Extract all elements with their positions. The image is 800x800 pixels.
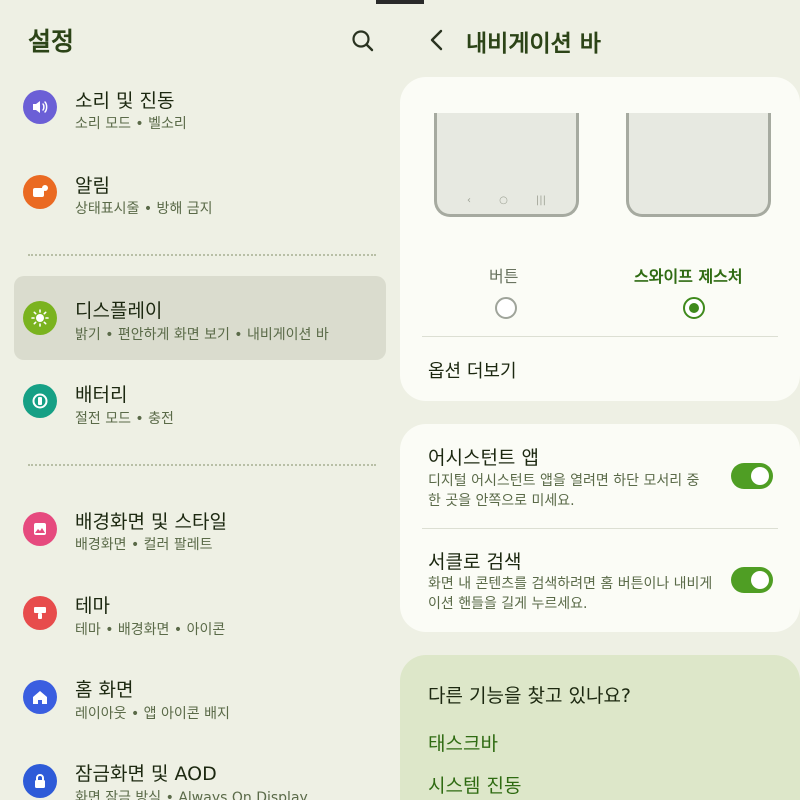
assistant-app-toggle[interactable] (731, 463, 773, 489)
recents-nav-glyph: ||| (535, 195, 546, 206)
settings-item-title: 알림 (75, 175, 110, 197)
volume-icon (23, 90, 57, 124)
settings-item-subtitle: 절전 모드 • 충전 (75, 411, 174, 427)
settings-item-subtitle: 밝기 • 편안하게 화면 보기 • 내비게이션 바 (75, 327, 329, 343)
search-button[interactable] (348, 26, 378, 56)
gesture-navigation-preview[interactable] (626, 113, 771, 217)
home-nav-glyph: ○ (499, 195, 508, 206)
radio-buttons[interactable] (495, 297, 517, 319)
circle-to-search-desc: 화면 내 콘텐츠를 검색하려면 홈 버튼이나 내비게이션 핸들을 길게 누르세요… (428, 576, 713, 612)
assistant-app-desc: 디지털 어시스턴트 앱을 열려면 하단 모서리 중 한 곳을 안쪽으로 미세요. (428, 473, 700, 509)
battery-icon (23, 384, 57, 418)
settings-item-display[interactable]: 디스플레이 밝기 • 편안하게 화면 보기 • 내비게이션 바 (14, 276, 386, 360)
section-divider (28, 254, 376, 256)
settings-item-title: 소리 및 진동 (75, 90, 175, 112)
settings-item-title: 잠금화면 및 AOD (75, 763, 217, 785)
notification-icon (23, 175, 57, 209)
settings-item-battery[interactable]: 배터리 절전 모드 • 충전 (14, 360, 386, 444)
lock-icon (23, 764, 57, 798)
page-title: 내비게이션 바 (466, 31, 601, 57)
radio-swipe-gestures[interactable] (683, 297, 705, 319)
page-title: 설정 (28, 27, 75, 56)
divider (422, 336, 778, 337)
wallpaper-icon (23, 512, 57, 546)
home-icon (23, 680, 57, 714)
search-icon (352, 30, 374, 52)
section-divider (28, 464, 376, 466)
back-arrow-icon (430, 29, 443, 51)
settings-item-subtitle: 소리 모드 • 벨소리 (75, 116, 187, 132)
navigation-bar-pane: 내비게이션 바 ‹ ○ ||| 버튼 스와이프 제스처 옵션 더보기 어시스턴트… (400, 0, 800, 800)
toggles-card: 어시스턴트 앱 디지털 어시스턴트 앱을 열려면 하단 모서리 중 한 곳을 안… (400, 424, 800, 632)
divider (422, 528, 778, 529)
settings-item-subtitle: 상태표시줄 • 방해 금지 (75, 201, 213, 217)
back-button[interactable] (426, 26, 448, 54)
settings-item-title: 배터리 (75, 384, 128, 406)
settings-item-subtitle: 화면 잠금 방식 • Always On Display (75, 790, 308, 800)
settings-item-subtitle: 배경화면 • 컬러 팔레트 (75, 537, 213, 553)
settings-item-themes[interactable]: 테마 테마 • 배경화면 • 아이콘 (14, 572, 386, 656)
settings-list-pane: 설정 소리 및 진동 소리 모드 • 벨소리 알림 상태표시줄 • 방해 금지 … (0, 0, 400, 800)
option-label-swipe-gestures: 스와이프 제스처 (634, 267, 743, 286)
circle-to-search-toggle[interactable] (731, 567, 773, 593)
settings-item-subtitle: 레이아웃 • 앱 아이콘 배지 (75, 706, 230, 722)
more-options-button[interactable]: 옵션 더보기 (428, 357, 517, 383)
link-system-vibration[interactable]: 시스템 진동 (428, 771, 521, 798)
circle-to-search-title: 서클로 검색 (428, 551, 522, 573)
settings-item-home-screen[interactable]: 홈 화면 레이아웃 • 앱 아이콘 배지 (14, 656, 386, 740)
settings-item-title: 홈 화면 (75, 679, 134, 701)
settings-item-title: 배경화면 및 스타일 (75, 511, 227, 533)
suggestions-card: 다른 기능을 찾고 있나요? 태스크바 시스템 진동 (400, 655, 800, 800)
settings-item-lock-screen[interactable]: 잠금화면 및 AOD 화면 잠금 방식 • Always On Display (14, 740, 386, 800)
settings-item-subtitle: 테마 • 배경화면 • 아이콘 (75, 622, 226, 638)
nav-buttons-preview: ‹ ○ ||| (437, 195, 576, 206)
assistant-app-title: 어시스턴트 앱 (428, 447, 539, 469)
settings-item-sound[interactable]: 소리 및 진동 소리 모드 • 벨소리 (14, 64, 386, 148)
option-label-buttons: 버튼 (489, 267, 519, 286)
theme-icon (23, 596, 57, 630)
brightness-icon (23, 301, 57, 335)
settings-item-wallpaper[interactable]: 배경화면 및 스타일 배경화면 • 컬러 팔레트 (14, 487, 386, 571)
settings-item-title: 테마 (75, 595, 110, 617)
link-taskbar[interactable]: 태스크바 (428, 729, 498, 756)
settings-item-title: 디스플레이 (75, 300, 163, 322)
settings-item-notifications[interactable]: 알림 상태표시줄 • 방해 금지 (14, 149, 386, 233)
button-navigation-preview[interactable]: ‹ ○ ||| (434, 113, 579, 217)
navigation-type-card: ‹ ○ ||| 버튼 스와이프 제스처 옵션 더보기 (400, 77, 800, 401)
back-nav-glyph: ‹ (467, 195, 472, 206)
suggestions-title: 다른 기능을 찾고 있나요? (428, 685, 632, 707)
